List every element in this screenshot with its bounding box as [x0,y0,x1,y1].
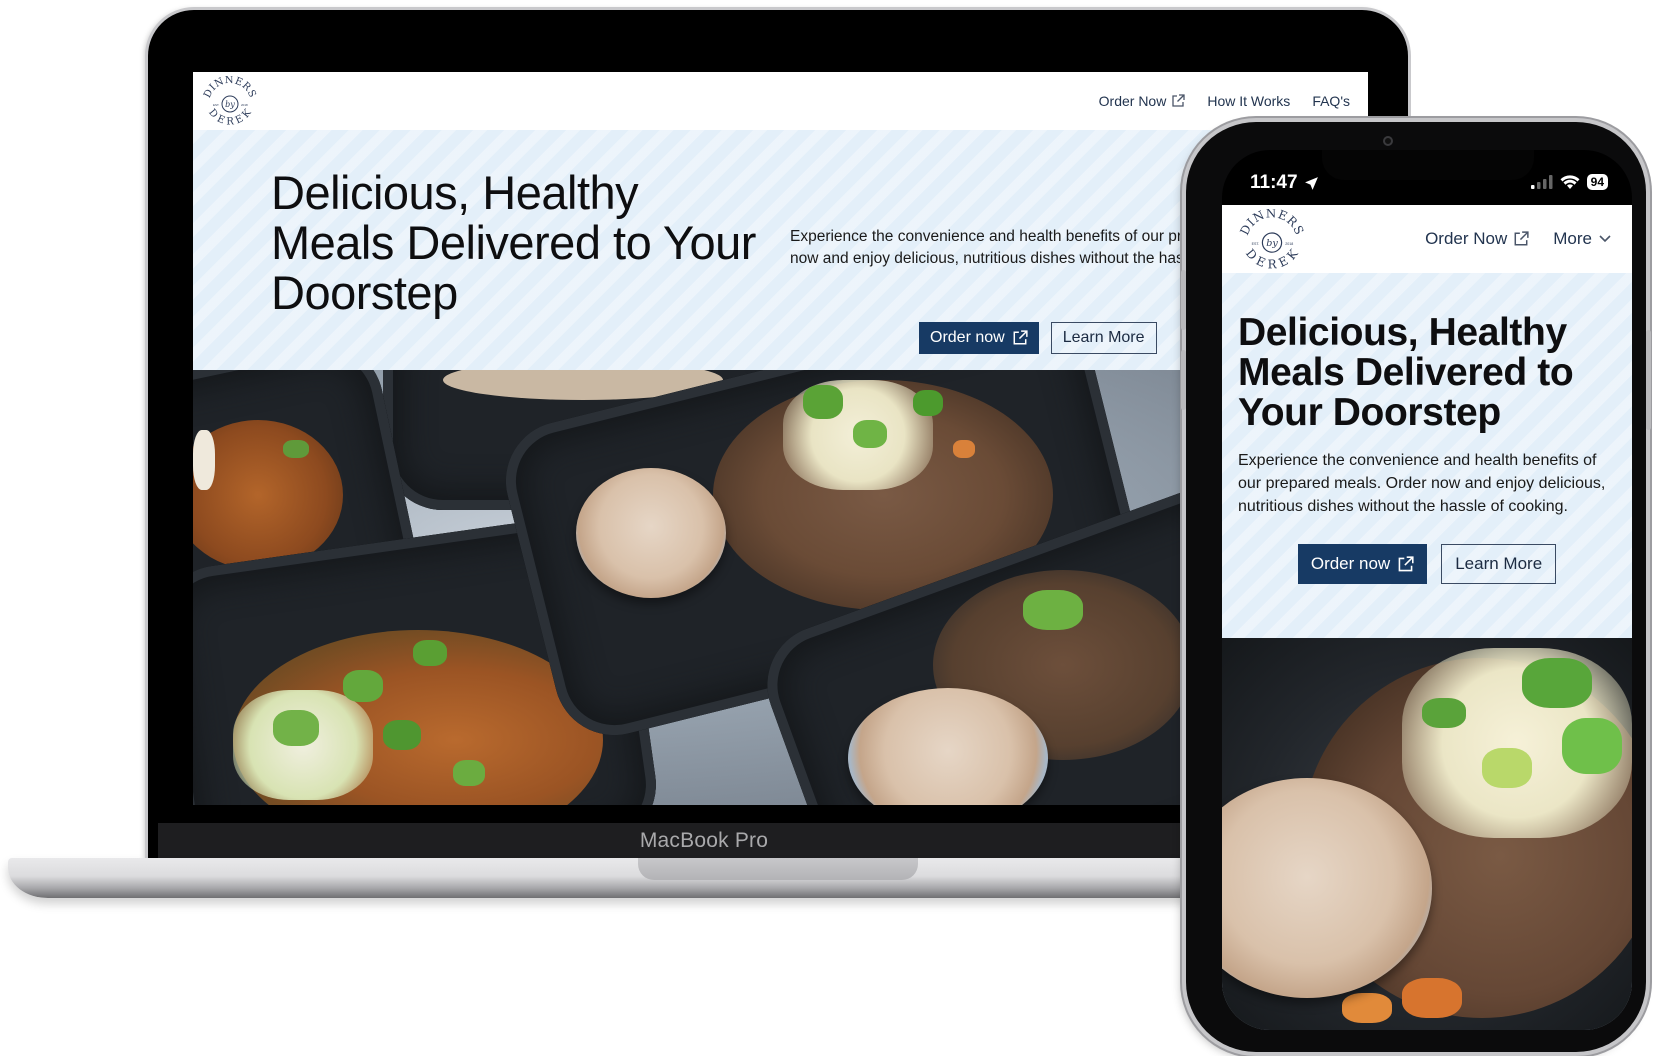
nav-more-label: More [1553,229,1592,248]
brand-logo[interactable]: DINNERS by EST. 2018 DEREK [201,76,259,126]
front-camera [1383,136,1393,146]
nav-how-it-works-link[interactable]: How It Works [1207,93,1290,109]
external-link-icon [1172,94,1185,107]
battery-indicator: 94 [1586,174,1608,190]
hero-title: Delicious, Healthy Meals Delivered to Yo… [1238,311,1574,434]
external-link-icon [1013,330,1028,345]
logo-text-mid: by [1266,238,1278,249]
hero-title: Delicious, Healthy Meals Delivered to Yo… [271,166,756,319]
logo-est-right: 2018 [1285,242,1293,246]
svg-text:DEREK: DEREK [1243,246,1301,269]
brand-logo[interactable]: DINNERS by EST. 2018 DEREK [1236,209,1308,269]
logo-est-left: EST. [213,103,220,107]
laptop-brand-label: MacBook Pro [639,829,769,852]
location-arrow-icon [1304,176,1318,190]
logo-text-bottom: DEREK [206,107,253,126]
laptop-hinge-notch [638,858,918,880]
chevron-down-icon [1599,235,1611,243]
nav-order-now-label: Order Now [1425,229,1508,248]
logo-text-mid: by [225,100,235,109]
phone-hero: Delicious, Healthy Meals Delivered to Yo… [1222,273,1632,638]
phone-screen: 11:47 94 DINNERS by EST. 2018 DEREK Orde… [1222,150,1632,1030]
nav-faqs-link[interactable]: FAQ's [1312,93,1350,109]
phone-status-bar: 11:47 94 [1222,150,1632,205]
logo-est-right: 2018 [241,103,248,107]
phone-navbar: DINNERS by EST. 2018 DEREK Order Now Mor… [1222,205,1632,273]
order-now-button[interactable]: Order now [1297,544,1428,584]
nav-order-now-link[interactable]: Order Now [1099,93,1186,109]
phone-side-button [1181,350,1186,410]
learn-more-button[interactable]: Learn More [1050,322,1157,354]
hero-description: Experience the convenience and health be… [1238,452,1606,515]
external-link-icon [1514,231,1529,246]
cellular-signal-icon [1530,175,1553,189]
nav-order-now-label: Order Now [1098,93,1167,109]
status-time: 11:47 [1250,172,1319,194]
hero-food-photo [1222,638,1632,1030]
order-now-label: Order now [1310,554,1391,573]
laptop-navbar: DINNERS by EST. 2018 DEREK Order Now How… [193,72,1368,130]
status-time-text: 11:47 [1250,172,1298,193]
svg-text:DEREK: DEREK [206,107,254,126]
order-now-label: Order now [930,329,1005,346]
learn-more-button[interactable]: Learn More [1441,544,1557,584]
nav-order-now-link[interactable]: Order Now [1425,229,1529,249]
phone-side-button [1181,270,1186,330]
order-now-button[interactable]: Order now [919,322,1039,354]
phone-power-button [1646,330,1651,430]
logo-text-bottom: DEREK [1243,246,1301,269]
external-link-icon [1398,555,1414,571]
nav-more-dropdown[interactable]: More [1553,229,1612,249]
logo-est-left: EST. [1252,242,1260,246]
wifi-icon [1560,174,1580,189]
